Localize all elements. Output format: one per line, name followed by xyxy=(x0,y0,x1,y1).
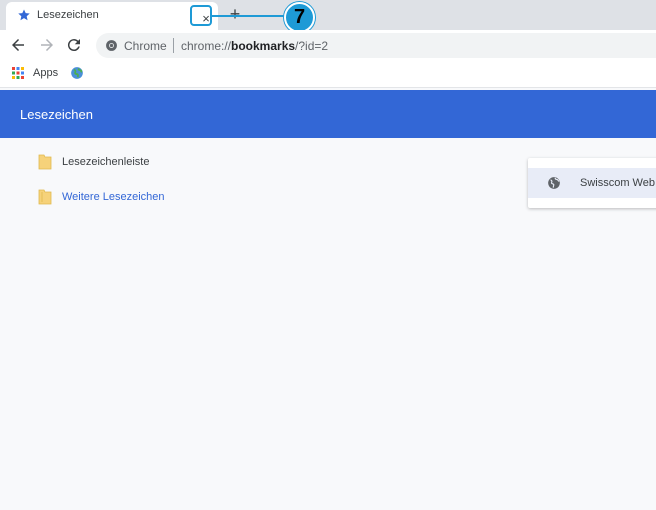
folder-item-bookmarks-bar[interactable]: Lesezeichenleiste xyxy=(38,153,149,171)
tab-title: Lesezeichen xyxy=(37,9,99,21)
site-chip: Chrome xyxy=(124,39,167,53)
apps-grid-icon[interactable] xyxy=(12,67,24,79)
tab-bookmarks[interactable]: Lesezeichen × xyxy=(6,2,218,30)
arrow-left-icon[interactable] xyxy=(9,36,27,54)
callout-highlight-box xyxy=(190,5,212,26)
chip-divider xyxy=(173,38,174,53)
bookmark-title: Swisscom Web xyxy=(580,177,655,189)
folder-icon xyxy=(38,154,52,170)
chrome-logo-icon xyxy=(106,40,117,51)
bookmark-list: Swisscom Web xyxy=(528,158,656,208)
bookmarks-bar: Apps xyxy=(0,60,656,88)
new-tab-button[interactable]: + xyxy=(226,4,244,24)
bookmarks-header: Lesezeichen xyxy=(0,90,656,138)
browser-toolbar: Chrome chrome://bookmarks/?id=2 xyxy=(0,30,656,60)
star-icon xyxy=(18,9,30,21)
page-title: Lesezeichen xyxy=(20,107,93,122)
folder-label: Weitere Lesezeichen xyxy=(62,191,165,203)
url-host: bookmarks xyxy=(231,39,296,53)
apps-link[interactable]: Apps xyxy=(33,67,58,79)
reload-icon[interactable] xyxy=(65,36,83,54)
url-text: chrome://bookmarks/?id=2 xyxy=(181,39,328,53)
arrow-right-icon[interactable] xyxy=(38,36,56,54)
globe-icon[interactable] xyxy=(70,66,84,80)
list-item[interactable]: Swisscom Web xyxy=(528,168,656,198)
callout-number-badge: 7 xyxy=(284,2,315,33)
url-prefix: chrome:// xyxy=(181,39,232,53)
url-suffix: /?id=2 xyxy=(295,39,329,53)
callout-connector xyxy=(212,15,286,17)
address-bar[interactable]: Chrome chrome://bookmarks/?id=2 xyxy=(96,33,656,58)
folder-label: Lesezeichenleiste xyxy=(62,156,150,168)
folder-item-other-bookmarks[interactable]: Weitere Lesezeichen xyxy=(38,188,165,206)
tab-strip: Lesezeichen × + xyxy=(0,0,656,30)
globe-icon xyxy=(548,177,560,189)
folder-icon xyxy=(38,189,52,205)
